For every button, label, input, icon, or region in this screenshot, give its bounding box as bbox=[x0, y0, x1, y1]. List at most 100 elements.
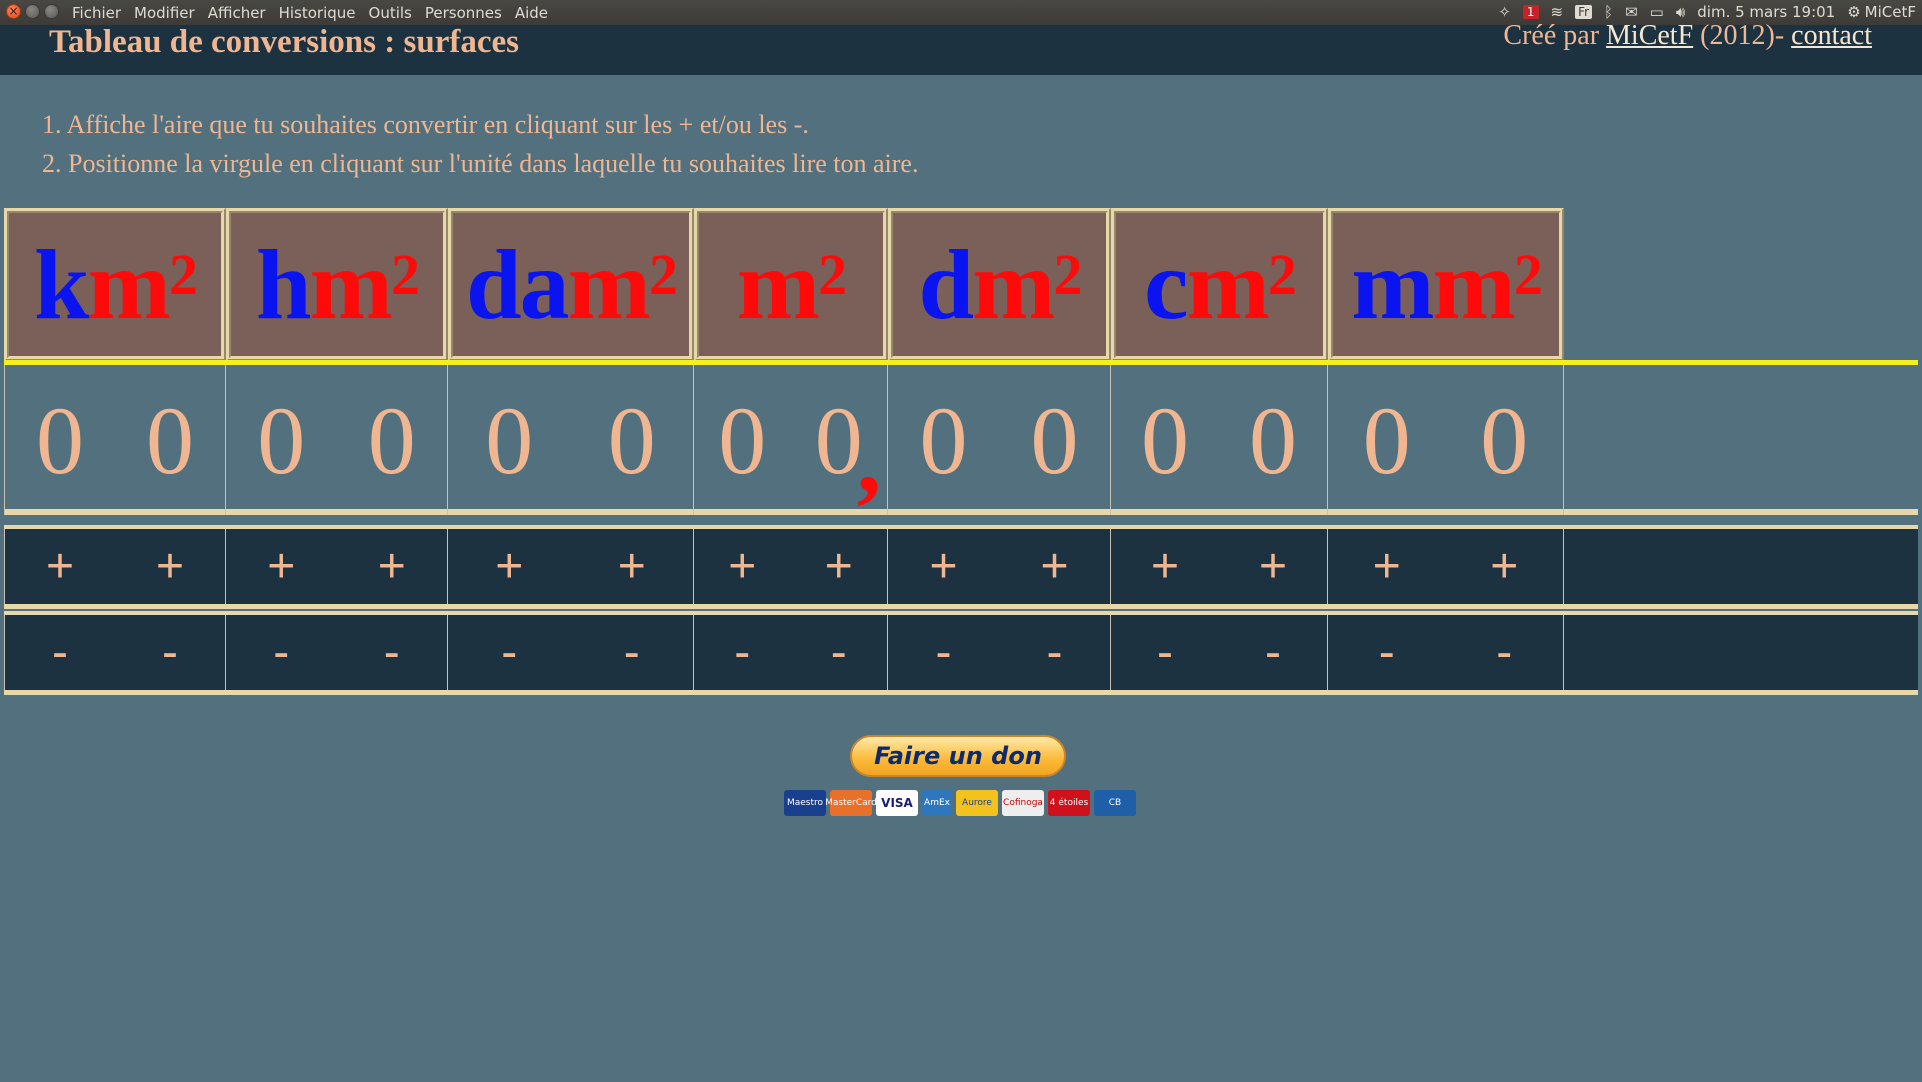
window-controls bbox=[6, 4, 59, 19]
unit-prefix: k bbox=[34, 229, 90, 340]
plus-button[interactable]: + bbox=[140, 539, 200, 594]
plus-button[interactable]: + bbox=[30, 539, 90, 594]
minus-button[interactable]: - bbox=[479, 625, 539, 680]
menu-aide[interactable]: Aide bbox=[515, 4, 548, 22]
minus-cell-dm2: -- bbox=[888, 615, 1111, 690]
minus-button[interactable]: - bbox=[30, 625, 90, 680]
plus-button[interactable]: + bbox=[362, 539, 422, 594]
digit: 0 bbox=[146, 386, 194, 494]
plus-button[interactable]: + bbox=[251, 539, 311, 594]
menu-afficher[interactable]: Afficher bbox=[208, 4, 266, 22]
notification-badge[interactable]: 1 bbox=[1522, 5, 1539, 19]
mail-icon[interactable]: ✉ bbox=[1625, 3, 1638, 21]
digit-cell-dm2: 00 bbox=[888, 365, 1111, 515]
unit-exponent: 2 bbox=[818, 242, 847, 307]
digit: 0 bbox=[919, 386, 968, 494]
plus-button[interactable]: + bbox=[809, 539, 869, 594]
menu-historique[interactable]: Historique bbox=[279, 4, 356, 22]
plus-button[interactable]: + bbox=[914, 539, 974, 594]
digit-cell-cm2: 00 bbox=[1111, 365, 1328, 515]
unit-cm2[interactable]: cm2 bbox=[1111, 208, 1328, 361]
plus-row: + + + + + + + + + + + + + + bbox=[4, 525, 1918, 609]
maximize-window-button[interactable] bbox=[44, 4, 59, 19]
wifi-icon[interactable]: ≋ bbox=[1551, 3, 1564, 21]
plus-button[interactable]: + bbox=[479, 539, 539, 594]
cb-card-icon: CB bbox=[1094, 790, 1136, 816]
unit-dm2[interactable]: dm2 bbox=[888, 208, 1111, 361]
keyboard-layout-indicator[interactable]: Fr bbox=[1575, 5, 1593, 19]
volume-icon[interactable]: 🔊︎ bbox=[1676, 3, 1685, 21]
minus-button[interactable]: - bbox=[602, 625, 662, 680]
minus-button[interactable]: - bbox=[1357, 625, 1417, 680]
unit-base: m bbox=[736, 229, 820, 340]
unit-prefix: da bbox=[466, 229, 570, 340]
minus-button[interactable]: - bbox=[1243, 625, 1303, 680]
plus-cell-m2: + + bbox=[694, 529, 888, 604]
plus-button[interactable]: + bbox=[1474, 539, 1534, 594]
unit-km2[interactable]: km2 bbox=[4, 208, 226, 361]
donate-button[interactable]: Faire un don bbox=[850, 735, 1066, 777]
menu-outils[interactable]: Outils bbox=[369, 4, 412, 22]
unit-prefix: c bbox=[1144, 229, 1188, 340]
minus-button[interactable]: - bbox=[1025, 625, 1085, 680]
minus-button[interactable]: - bbox=[140, 625, 200, 680]
plus-cell-dm2: + + bbox=[888, 529, 1111, 604]
plus-button[interactable]: + bbox=[1025, 539, 1085, 594]
menu-modifier[interactable]: Modifier bbox=[134, 4, 195, 22]
unit-base: m bbox=[1432, 229, 1516, 340]
author-link[interactable]: MiCetF bbox=[1606, 20, 1693, 51]
unit-base: m bbox=[567, 229, 651, 340]
user-name[interactable]: MiCetF bbox=[1865, 3, 1916, 21]
4-etoiles-card-icon: 4 étoiles bbox=[1048, 790, 1090, 816]
unit-dam2[interactable]: da m 2 bbox=[448, 208, 694, 361]
clock[interactable]: dim. 5 mars 19:01 bbox=[1697, 3, 1835, 21]
minus-button[interactable]: - bbox=[1135, 625, 1195, 680]
minus-cell-dam2: -- bbox=[448, 615, 694, 690]
close-window-button[interactable] bbox=[6, 4, 21, 19]
plus-button[interactable]: + bbox=[712, 539, 772, 594]
unit-header-row: km2 hm2 da m 2 m2 dm2 cm2 mm2 bbox=[4, 208, 1918, 365]
unit-base: m bbox=[87, 229, 171, 340]
plus-button[interactable]: + bbox=[602, 539, 662, 594]
dropbox-icon[interactable]: ✧ bbox=[1498, 3, 1511, 21]
minus-cell-cm2: -- bbox=[1111, 615, 1328, 690]
minus-button[interactable]: - bbox=[914, 625, 974, 680]
minus-button[interactable]: - bbox=[712, 625, 772, 680]
decimal-comma: , bbox=[857, 405, 881, 512]
plus-button[interactable]: + bbox=[1243, 539, 1303, 594]
contact-link[interactable]: contact bbox=[1791, 20, 1872, 51]
unit-mm2[interactable]: mm2 bbox=[1328, 208, 1564, 361]
unit-m2[interactable]: m2 bbox=[694, 208, 888, 361]
amex-card-icon: AmEx bbox=[922, 790, 952, 816]
minus-cell-m2: -- bbox=[694, 615, 888, 690]
unit-hm2[interactable]: hm2 bbox=[226, 208, 448, 361]
gear-icon[interactable]: ⚙ bbox=[1847, 3, 1860, 21]
minimize-window-button[interactable] bbox=[25, 4, 40, 19]
minus-button[interactable]: - bbox=[1474, 625, 1534, 680]
digit-cell-m2: 00, bbox=[694, 365, 888, 515]
digit: 0 bbox=[1030, 386, 1079, 494]
unit-base: m bbox=[309, 229, 393, 340]
system-tray: ✧ 1 ≋ Fr ᛒ ✉ ▭ 🔊︎ dim. 5 mars 19:01 ⚙ Mi… bbox=[1498, 3, 1916, 21]
unit-prefix: d bbox=[918, 229, 975, 340]
mastercard-icon: MasterCard bbox=[825, 790, 877, 816]
digit: 0 bbox=[607, 386, 656, 494]
credit-year: (2012)- bbox=[1700, 20, 1785, 51]
unit-base: m bbox=[1186, 229, 1270, 340]
minus-button[interactable]: - bbox=[809, 625, 869, 680]
plus-button[interactable]: + bbox=[1135, 539, 1195, 594]
unit-exponent: 2 bbox=[168, 242, 198, 307]
unit-base: m bbox=[972, 229, 1055, 340]
menu-fichier[interactable]: Fichier bbox=[72, 4, 121, 22]
instructions: 1. Affiche l'aire que tu souhaites conve… bbox=[42, 105, 918, 183]
minus-button[interactable]: - bbox=[251, 625, 311, 680]
bluetooth-icon[interactable]: ᛒ bbox=[1604, 3, 1613, 21]
digit-row: 00 00 00 00, 00 00 00 bbox=[4, 365, 1918, 515]
plus-cell-dam2: + + bbox=[448, 529, 694, 604]
plus-button[interactable]: + bbox=[1357, 539, 1417, 594]
maestro-card-icon: Maestro bbox=[784, 790, 826, 816]
digit: 0 bbox=[485, 386, 534, 494]
menu-personnes[interactable]: Personnes bbox=[425, 4, 502, 22]
battery-icon[interactable]: ▭ bbox=[1650, 3, 1664, 21]
minus-button[interactable]: - bbox=[362, 625, 422, 680]
